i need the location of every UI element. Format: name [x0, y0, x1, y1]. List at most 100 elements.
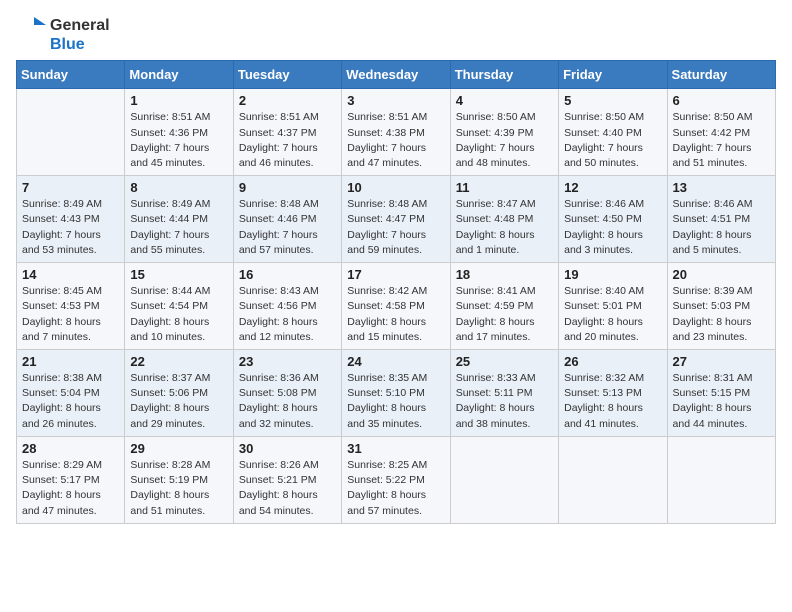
day-info: Sunrise: 8:51 AMSunset: 4:36 PMDaylight:… [130, 110, 227, 171]
calendar-cell: 6 Sunrise: 8:50 AMSunset: 4:42 PMDaylight… [667, 89, 775, 176]
day-number: 22 [130, 354, 227, 369]
weekday-header-monday: Monday [125, 61, 233, 89]
logo: GeneralBlue [16, 16, 110, 54]
calendar-cell: 18Sunrise: 8:41 AMSunset: 4:59 PMDayligh… [450, 263, 558, 350]
weekday-header-thursday: Thursday [450, 61, 558, 89]
calendar-cell [17, 89, 125, 176]
day-number: 26 [564, 354, 661, 369]
weekday-header-friday: Friday [559, 61, 667, 89]
calendar-cell: 20 Sunrise: 8:39 AMSunset: 5:03 PMDayligh… [667, 263, 775, 350]
day-info: Sunrise: 8:31 AMSunset: 5:15 PMDaylight:… [673, 371, 770, 432]
day-number: 16 [239, 267, 336, 282]
calendar-cell: 29 Sunrise: 8:28 AMSunset: 5:19 PMDayligh… [125, 436, 233, 523]
day-info: Sunrise: 8:50 AMSunset: 4:40 PMDaylight:… [564, 110, 661, 171]
day-number: 21 [22, 354, 119, 369]
day-info: Sunrise: 8:47 AMSunset: 4:48 PMDaylight:… [456, 197, 553, 258]
day-info: Sunrise: 8:46 AMSunset: 4:50 PMDaylight:… [564, 197, 661, 258]
day-info: Sunrise: 8:26 AMSunset: 5:21 PMDaylight:… [239, 458, 336, 519]
calendar-cell: 16 Sunrise: 8:43 AMSunset: 4:56 PMDayligh… [233, 263, 341, 350]
calendar-cell: 8Sunrise: 8:49 AMSunset: 4:44 PMDaylight… [125, 176, 233, 263]
calendar-week-row: 7Sunrise: 8:49 AMSunset: 4:43 PMDaylight… [17, 176, 776, 263]
day-info: Sunrise: 8:50 AMSunset: 4:42 PMDaylight:… [673, 110, 770, 171]
day-info: Sunrise: 8:44 AMSunset: 4:54 PMDaylight:… [130, 284, 227, 345]
logo-text-blue: Blue [50, 35, 110, 54]
day-number: 20 [673, 267, 770, 282]
calendar-cell: 9Sunrise: 8:48 AMSunset: 4:46 PMDaylight… [233, 176, 341, 263]
calendar-cell: 7Sunrise: 8:49 AMSunset: 4:43 PMDaylight… [17, 176, 125, 263]
weekday-header-wednesday: Wednesday [342, 61, 450, 89]
calendar-cell: 15 Sunrise: 8:44 AMSunset: 4:54 PMDayligh… [125, 263, 233, 350]
page-header: GeneralBlue [16, 16, 776, 54]
calendar-week-row: 14 Sunrise: 8:45 AMSunset: 4:53 PMDayligh… [17, 263, 776, 350]
day-info: Sunrise: 8:43 AMSunset: 4:56 PMDaylight:… [239, 284, 336, 345]
day-number: 7 [22, 180, 119, 195]
day-number: 29 [130, 441, 227, 456]
day-info: Sunrise: 8:28 AMSunset: 5:19 PMDaylight:… [130, 458, 227, 519]
day-info: Sunrise: 8:50 AMSunset: 4:39 PMDaylight:… [456, 110, 553, 171]
day-number: 15 [130, 267, 227, 282]
calendar-cell: 10 Sunrise: 8:48 AMSunset: 4:47 PMDayligh… [342, 176, 450, 263]
weekday-header-saturday: Saturday [667, 61, 775, 89]
day-number: 10 [347, 180, 444, 195]
day-info: Sunrise: 8:37 AMSunset: 5:06 PMDaylight:… [130, 371, 227, 432]
day-number: 1 [130, 93, 227, 108]
day-number: 5 [564, 93, 661, 108]
day-number: 19 [564, 267, 661, 282]
day-info: Sunrise: 8:51 AMSunset: 4:38 PMDaylight:… [347, 110, 444, 171]
calendar-cell: 24 Sunrise: 8:35 AMSunset: 5:10 PMDayligh… [342, 350, 450, 437]
calendar-week-row: 1 Sunrise: 8:51 AMSunset: 4:36 PMDaylight… [17, 89, 776, 176]
calendar-cell: 19 Sunrise: 8:40 AMSunset: 5:01 PMDayligh… [559, 263, 667, 350]
calendar-cell: 5 Sunrise: 8:50 AMSunset: 4:40 PMDaylight… [559, 89, 667, 176]
calendar-cell: 28Sunrise: 8:29 AMSunset: 5:17 PMDayligh… [17, 436, 125, 523]
calendar-cell [667, 436, 775, 523]
day-info: Sunrise: 8:49 AMSunset: 4:44 PMDaylight:… [130, 197, 227, 258]
weekday-header-sunday: Sunday [17, 61, 125, 89]
day-info: Sunrise: 8:39 AMSunset: 5:03 PMDaylight:… [673, 284, 770, 345]
day-number: 6 [673, 93, 770, 108]
day-number: 17 [347, 267, 444, 282]
calendar-week-row: 21 Sunrise: 8:38 AMSunset: 5:04 PMDayligh… [17, 350, 776, 437]
calendar-cell: 17 Sunrise: 8:42 AMSunset: 4:58 PMDayligh… [342, 263, 450, 350]
weekday-header-row: SundayMondayTuesdayWednesdayThursdayFrid… [17, 61, 776, 89]
day-info: Sunrise: 8:42 AMSunset: 4:58 PMDaylight:… [347, 284, 444, 345]
calendar-cell: 21 Sunrise: 8:38 AMSunset: 5:04 PMDayligh… [17, 350, 125, 437]
day-info: Sunrise: 8:46 AMSunset: 4:51 PMDaylight:… [673, 197, 770, 258]
day-info: Sunrise: 8:38 AMSunset: 5:04 PMDaylight:… [22, 371, 119, 432]
day-number: 14 [22, 267, 119, 282]
day-number: 12 [564, 180, 661, 195]
day-info: Sunrise: 8:45 AMSunset: 4:53 PMDaylight:… [22, 284, 119, 345]
day-info: Sunrise: 8:48 AMSunset: 4:47 PMDaylight:… [347, 197, 444, 258]
day-number: 3 [347, 93, 444, 108]
day-number: 30 [239, 441, 336, 456]
day-number: 25 [456, 354, 553, 369]
calendar-cell: 23 Sunrise: 8:36 AMSunset: 5:08 PMDayligh… [233, 350, 341, 437]
calendar-cell: 12 Sunrise: 8:46 AMSunset: 4:50 PMDayligh… [559, 176, 667, 263]
day-number: 18 [456, 267, 553, 282]
weekday-header-tuesday: Tuesday [233, 61, 341, 89]
calendar-cell: 31 Sunrise: 8:25 AMSunset: 5:22 PMDayligh… [342, 436, 450, 523]
day-info: Sunrise: 8:25 AMSunset: 5:22 PMDaylight:… [347, 458, 444, 519]
calendar-cell: 13 Sunrise: 8:46 AMSunset: 4:51 PMDayligh… [667, 176, 775, 263]
day-number: 24 [347, 354, 444, 369]
day-number: 23 [239, 354, 336, 369]
calendar-cell: 22 Sunrise: 8:37 AMSunset: 5:06 PMDayligh… [125, 350, 233, 437]
day-info: Sunrise: 8:35 AMSunset: 5:10 PMDaylight:… [347, 371, 444, 432]
calendar-cell: 2Sunrise: 8:51 AMSunset: 4:37 PMDaylight… [233, 89, 341, 176]
logo-svg-icon [16, 17, 46, 53]
calendar-cell: 11 Sunrise: 8:47 AMSunset: 4:48 PMDayligh… [450, 176, 558, 263]
day-number: 27 [673, 354, 770, 369]
calendar-cell: 3 Sunrise: 8:51 AMSunset: 4:38 PMDaylight… [342, 89, 450, 176]
day-info: Sunrise: 8:29 AMSunset: 5:17 PMDaylight:… [22, 458, 119, 519]
day-info: Sunrise: 8:36 AMSunset: 5:08 PMDaylight:… [239, 371, 336, 432]
day-number: 31 [347, 441, 444, 456]
day-number: 9 [239, 180, 336, 195]
logo-text-general: General [50, 16, 110, 35]
day-number: 13 [673, 180, 770, 195]
calendar-cell: 14 Sunrise: 8:45 AMSunset: 4:53 PMDayligh… [17, 263, 125, 350]
day-info: Sunrise: 8:51 AMSunset: 4:37 PMDaylight:… [239, 110, 336, 171]
day-number: 11 [456, 180, 553, 195]
day-info: Sunrise: 8:40 AMSunset: 5:01 PMDaylight:… [564, 284, 661, 345]
day-info: Sunrise: 8:33 AMSunset: 5:11 PMDaylight:… [456, 371, 553, 432]
calendar-cell: 30 Sunrise: 8:26 AMSunset: 5:21 PMDayligh… [233, 436, 341, 523]
day-info: Sunrise: 8:32 AMSunset: 5:13 PMDaylight:… [564, 371, 661, 432]
